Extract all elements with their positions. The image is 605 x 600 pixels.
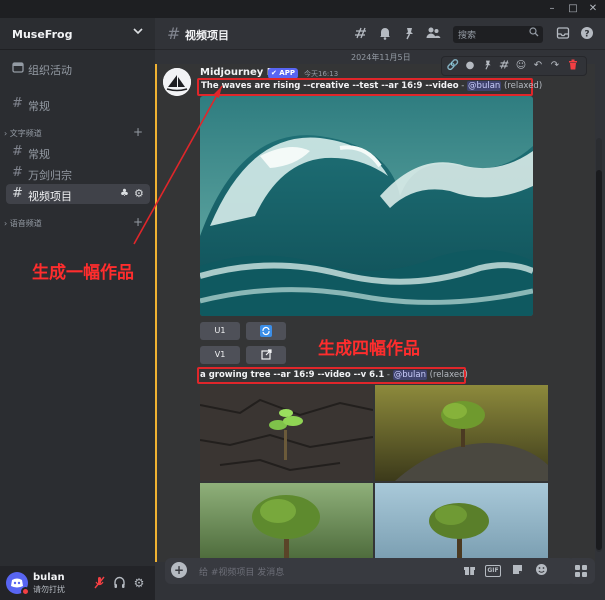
open-external-button[interactable] xyxy=(246,346,286,364)
category-label: 语音频道 xyxy=(9,219,42,228)
trash-icon[interactable] xyxy=(566,59,580,73)
wave-image[interactable] xyxy=(200,96,533,316)
hash-icon: # xyxy=(12,144,23,159)
title-bar: – □ ✕ xyxy=(0,0,605,18)
message-action-bar: 🔗 ● ☺ ↶ ↷ xyxy=(441,56,587,76)
reply-icon[interactable]: ↶ xyxy=(531,59,545,73)
username: bulan xyxy=(33,572,65,583)
pin-icon[interactable] xyxy=(401,26,417,42)
prompt-text: The waves are rising --creative --test -… xyxy=(201,81,459,91)
headphones-icon[interactable] xyxy=(112,576,126,590)
tree-image-4[interactable] xyxy=(375,483,548,561)
message-input-bar[interactable]: + 给 #视频项目 发消息 GIF xyxy=(165,558,575,584)
search-icon xyxy=(529,27,539,40)
server-name: MuseFrog xyxy=(12,28,73,41)
sidebar-item-video-project[interactable]: # 视频项目 ♣ ⚙ xyxy=(6,184,150,204)
member-list-icon[interactable] xyxy=(425,26,441,42)
create-thread-icon[interactable] xyxy=(497,59,511,73)
annotation-four-images: 生成四幅作品 xyxy=(318,339,420,359)
page-title: 视频项目 xyxy=(185,29,229,42)
upscale-u1-button[interactable]: U1 xyxy=(200,322,240,340)
date-divider-text: 2024年11月5日 xyxy=(351,53,411,62)
sidebar-item-wanjian[interactable]: # 万剑归宗 xyxy=(6,163,150,183)
tree-image-3[interactable] xyxy=(200,483,373,561)
category-voice-channels[interactable]: › 语音频道 xyxy=(4,218,42,229)
invite-user-icon[interactable]: ♣ xyxy=(120,188,129,199)
prompt-separator: - xyxy=(384,370,393,380)
sidebar-item-events[interactable]: 组织活动 xyxy=(6,58,150,78)
svg-text:?: ? xyxy=(584,30,589,40)
bot-avatar[interactable] xyxy=(163,68,191,96)
gift-icon[interactable] xyxy=(461,563,477,579)
reroll-button[interactable] xyxy=(246,322,286,340)
sidebar-item-general-top[interactable]: # 常规 xyxy=(6,94,150,114)
add-voice-channel-icon[interactable]: + xyxy=(133,215,143,229)
apps-button[interactable] xyxy=(567,558,595,584)
mode-label: (relaxed) xyxy=(426,370,468,380)
close-window-button[interactable]: ✕ xyxy=(586,2,600,16)
prompt-separator: - xyxy=(458,81,468,91)
calendar-icon xyxy=(12,61,24,77)
emoji-icon[interactable] xyxy=(533,563,549,579)
maximize-button[interactable]: □ xyxy=(566,2,580,16)
category-label: 文字频道 xyxy=(9,129,42,138)
sidebar-item-label: 常规 xyxy=(28,148,50,161)
scrollbar-thumb[interactable] xyxy=(596,170,602,550)
user-mention[interactable]: @bulan xyxy=(392,370,427,380)
inbox-icon[interactable] xyxy=(555,26,571,42)
user-status: 请勿打扰 xyxy=(33,585,65,594)
server-header[interactable]: MuseFrog xyxy=(0,18,155,50)
user-panel: bulan 请勿打扰 ⚙ xyxy=(0,566,155,600)
mic-muted-icon[interactable] xyxy=(92,576,106,590)
settings-gear-icon[interactable]: ⚙ xyxy=(132,576,146,590)
message-mention-stripe xyxy=(155,64,157,562)
bell-icon[interactable] xyxy=(377,26,393,42)
prompt-line-1: The waves are rising --creative --test -… xyxy=(201,81,542,91)
minimize-button[interactable]: – xyxy=(545,2,559,16)
sticker-icon[interactable] xyxy=(509,563,525,579)
chat-area: # 视频项目 搜索 ? 2024年11月5日 Midjourney Bot ✔ … xyxy=(155,18,605,600)
discord-window: – □ ✕ MuseFrog 组织活动 # 常规 › 文字频道 + # 常规 #… xyxy=(0,0,605,600)
sidebar-item-general[interactable]: # 常规 xyxy=(6,142,150,162)
hash-icon: # xyxy=(167,24,181,43)
user-mention[interactable]: @bulan xyxy=(467,81,502,91)
forward-icon[interactable]: ↷ xyxy=(548,59,562,73)
pin-message-icon[interactable] xyxy=(480,59,494,73)
prompt-text: a growing tree --ar 16:9 --video --v 6.1 xyxy=(200,370,385,380)
sidebar-item-label: 常规 xyxy=(28,100,50,113)
mode-label: (relaxed) xyxy=(501,81,543,91)
channel-sidebar: MuseFrog 组织活动 # 常规 › 文字频道 + # 常规 # 万剑归宗 … xyxy=(0,18,155,600)
prompt-line-2: a growing tree --ar 16:9 --video --v 6.1… xyxy=(200,370,468,380)
tree-image-2[interactable] xyxy=(375,385,548,481)
gif-icon[interactable]: GIF xyxy=(485,565,501,577)
variation-v1-button[interactable]: V1 xyxy=(200,346,240,364)
sidebar-item-label: 视频项目 xyxy=(28,190,72,203)
hash-icon: # xyxy=(12,96,23,111)
attach-plus-icon[interactable]: + xyxy=(171,562,187,578)
search-placeholder: 搜索 xyxy=(458,31,477,41)
tree-image-1[interactable] xyxy=(200,385,373,481)
sidebar-item-label: 万剑归宗 xyxy=(28,169,72,182)
chevron-down-icon xyxy=(133,26,143,36)
add-channel-icon[interactable]: + xyxy=(133,125,143,139)
annotation-one-image: 生成一幅作品 xyxy=(32,263,134,283)
help-icon[interactable]: ? xyxy=(579,26,595,42)
search-input[interactable]: 搜索 xyxy=(453,26,543,43)
message-input-placeholder: 给 #视频项目 发消息 xyxy=(199,568,285,578)
sidebar-item-label: 组织活动 xyxy=(28,64,72,77)
link-icon[interactable]: 🔗 xyxy=(446,59,460,73)
channel-header: # 视频项目 搜索 ? xyxy=(155,18,605,50)
hash-icon: # xyxy=(12,186,23,201)
gear-icon[interactable]: ⚙ xyxy=(134,187,144,200)
thread-icon[interactable]: ● xyxy=(463,59,477,73)
hash-icon: # xyxy=(12,165,23,180)
dnd-status-icon xyxy=(21,587,30,596)
add-reaction-icon[interactable]: ☺ xyxy=(514,59,528,73)
category-text-channels[interactable]: › 文字频道 xyxy=(4,128,42,139)
tree-image-grid xyxy=(200,385,548,561)
threads-icon[interactable] xyxy=(353,26,369,42)
